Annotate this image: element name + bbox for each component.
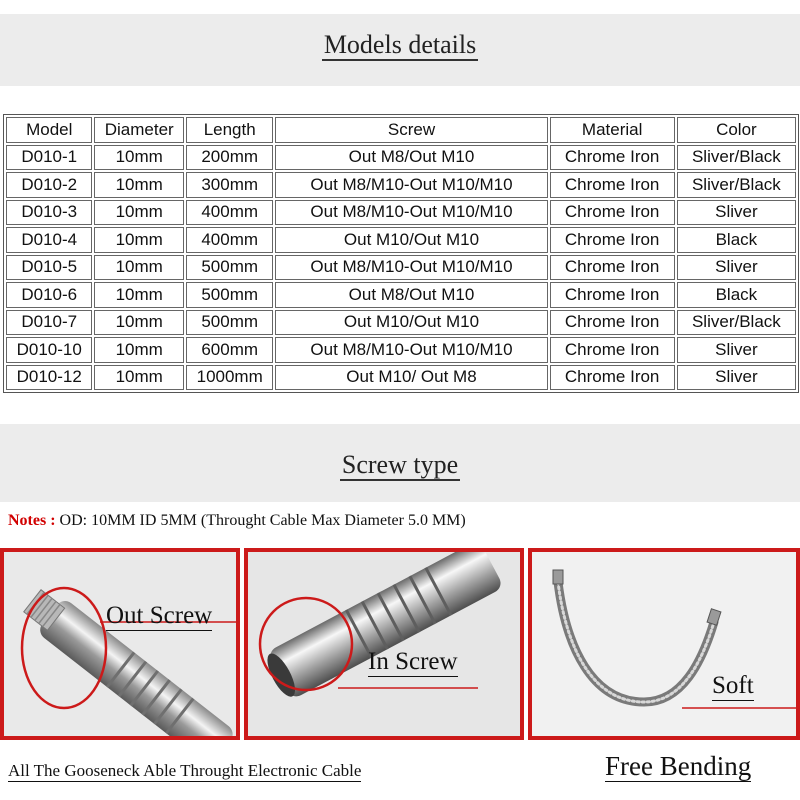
cell-material: Chrome Iron: [549, 364, 675, 390]
cell-material: Chrome Iron: [549, 227, 675, 253]
cell-color: Black: [676, 227, 796, 253]
cell-color: Sliver: [676, 337, 796, 363]
cell-diameter: 10mm: [94, 144, 184, 170]
cell-model: D010-6: [6, 282, 93, 308]
table-row: D010-5 10mm 500mm Out M8/M10-Out M10/M10 Chr…: [6, 254, 796, 280]
table-row: D010-7 10mm 500mm Out M10/Out M10 Chrome Iro…: [6, 309, 796, 335]
soft-panel: Soft: [528, 548, 800, 740]
soft-label: Soft: [712, 672, 754, 701]
cell-material: Chrome Iron: [549, 309, 675, 335]
cell-model: D010-1: [6, 144, 93, 170]
cell-length: 200mm: [185, 144, 274, 170]
cell-material: Chrome Iron: [549, 337, 675, 363]
cell-color: Sliver/Black: [676, 172, 796, 198]
cell-model: D010-2: [6, 172, 93, 198]
soft-gooseneck-photo: [532, 552, 796, 736]
cell-material: Chrome Iron: [549, 282, 675, 308]
cell-color: Sliver: [676, 199, 796, 225]
screw-title: Screw type: [0, 450, 800, 481]
notes-label: Notes :: [8, 512, 56, 529]
table-row: D010-10 10mm 600mm Out M8/M10-Out M10/M10 Ch…: [6, 337, 796, 363]
cell-length: 500mm: [185, 282, 274, 308]
cell-length: 500mm: [185, 309, 274, 335]
cell-length: 300mm: [185, 172, 274, 198]
cell-diameter: 10mm: [94, 364, 184, 390]
header-material: Material: [549, 117, 675, 143]
footer-cable-note: All The Gooseneck Able Throught Electron…: [8, 761, 362, 782]
cell-screw: Out M8/M10-Out M10/M10: [275, 337, 548, 363]
cell-color: Sliver: [676, 254, 796, 280]
cell-screw: Out M10/ Out M8: [275, 364, 548, 390]
cell-diameter: 10mm: [94, 309, 184, 335]
cell-model: D010-7: [6, 309, 93, 335]
cell-color: Black: [676, 282, 796, 308]
cell-diameter: 10mm: [94, 199, 184, 225]
cell-color: Sliver/Black: [676, 309, 796, 335]
cell-length: 400mm: [185, 227, 274, 253]
cell-material: Chrome Iron: [549, 144, 675, 170]
header-length: Length: [185, 117, 274, 143]
cell-color: Sliver/Black: [676, 144, 796, 170]
cell-length: 1000mm: [185, 364, 274, 390]
footer-free-bending: Free Bending: [605, 751, 752, 782]
table-header-row: Model Diameter Length Screw Material Col…: [6, 117, 796, 143]
notes-text: OD: 10MM ID 5MM (Throught Cable Max Diam…: [59, 512, 466, 529]
cell-screw: Out M8/M10-Out M10/M10: [275, 254, 548, 280]
cell-model: D010-4: [6, 227, 93, 253]
in-screw-label: In Screw: [368, 648, 458, 677]
notes-line: Notes : OD: 10MM ID 5MM (Throught Cable …: [8, 512, 466, 530]
cell-screw: Out M8/M10-Out M10/M10: [275, 199, 548, 225]
cell-screw: Out M10/Out M10: [275, 309, 548, 335]
cell-screw: Out M8/Out M10: [275, 282, 548, 308]
table-row: D010-3 10mm 400mm Out M8/M10-Out M10/M10 Chr…: [6, 199, 796, 225]
models-table: Model Diameter Length Screw Material Col…: [3, 114, 799, 393]
models-title: Models details: [0, 30, 800, 61]
cell-length: 500mm: [185, 254, 274, 280]
table-row: D010-2 10mm 300mm Out M8/M10-Out M10/M10 Chr…: [6, 172, 796, 198]
cell-screw: Out M8/M10-Out M10/M10: [275, 172, 548, 198]
cell-length: 600mm: [185, 337, 274, 363]
cell-length: 400mm: [185, 199, 274, 225]
cell-model: D010-5: [6, 254, 93, 280]
cell-material: Chrome Iron: [549, 199, 675, 225]
cell-model: D010-12: [6, 364, 93, 390]
cell-screw: Out M8/Out M10: [275, 144, 548, 170]
header-model: Model: [6, 117, 93, 143]
out-screw-panel: Out Screw: [0, 548, 240, 740]
models-title-text: Models details: [321, 30, 479, 61]
cell-model: D010-3: [6, 199, 93, 225]
out-screw-label: Out Screw: [106, 602, 213, 631]
screw-title-text: Screw type: [339, 450, 461, 481]
out-screw-photo: [4, 552, 236, 736]
models-table-body: D010-1 10mm 200mm Out M8/Out M10 Chrome Iron…: [6, 144, 796, 390]
table-row: D010-4 10mm 400mm Out M10/Out M10 Chrome Iro…: [6, 227, 796, 253]
cell-model: D010-10: [6, 337, 93, 363]
cell-material: Chrome Iron: [549, 254, 675, 280]
cell-color: Sliver: [676, 364, 796, 390]
header-screw: Screw: [275, 117, 548, 143]
header-diameter: Diameter: [94, 117, 184, 143]
cell-diameter: 10mm: [94, 172, 184, 198]
table-row: D010-12 10mm 1000mm Out M10/ Out M8 Chrome I…: [6, 364, 796, 390]
cell-diameter: 10mm: [94, 337, 184, 363]
in-screw-panel: In Screw: [244, 548, 524, 740]
cell-screw: Out M10/Out M10: [275, 227, 548, 253]
in-screw-photo: [248, 552, 520, 736]
table-row: D010-6 10mm 500mm Out M8/Out M10 Chrome Iron…: [6, 282, 796, 308]
cell-diameter: 10mm: [94, 227, 184, 253]
cell-diameter: 10mm: [94, 254, 184, 280]
cell-material: Chrome Iron: [549, 172, 675, 198]
header-color: Color: [676, 117, 796, 143]
cell-diameter: 10mm: [94, 282, 184, 308]
table-row: D010-1 10mm 200mm Out M8/Out M10 Chrome Iron…: [6, 144, 796, 170]
